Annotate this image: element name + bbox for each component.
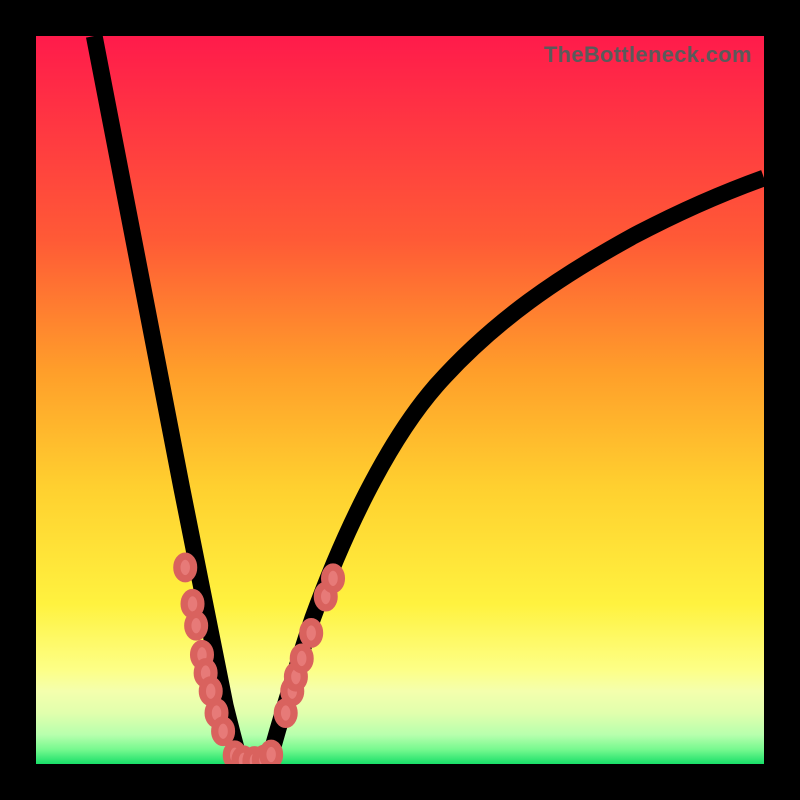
- curve-dot: [215, 720, 232, 743]
- curve-dot: [188, 614, 205, 637]
- curve-left-branch: [94, 36, 240, 761]
- curve-right-branch: [269, 178, 764, 761]
- plot-area: TheBottleneck.com: [36, 36, 764, 764]
- chart-stage: TheBottleneck.com: [0, 0, 800, 800]
- curve-dot: [177, 556, 194, 579]
- curve-dot: [293, 647, 310, 670]
- curve-dot: [325, 567, 342, 590]
- brand-watermark: TheBottleneck.com: [544, 42, 752, 68]
- curve-dot: [263, 743, 280, 764]
- curve-dot: [303, 622, 320, 645]
- bottleneck-curve: [36, 36, 764, 764]
